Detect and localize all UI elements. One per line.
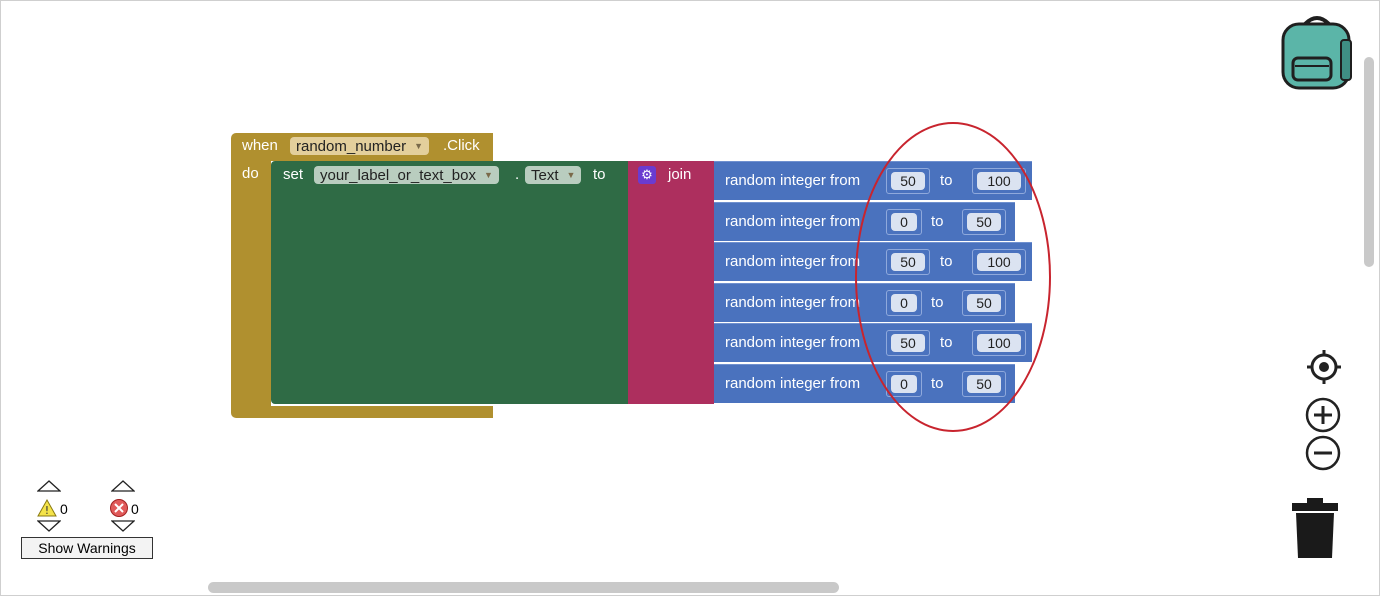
random-integer-block[interactable]: random integer from 0 to 50: [714, 202, 1015, 241]
warning-next-arrow[interactable]: [37, 520, 61, 532]
to-value: 100: [977, 172, 1021, 190]
trash-icon[interactable]: [1290, 498, 1340, 560]
to-label: to: [593, 166, 606, 183]
random-integer-block[interactable]: random integer from 0 to 50: [714, 283, 1015, 322]
event-name: .Click: [443, 137, 480, 154]
to-number-field[interactable]: 50: [962, 371, 1006, 397]
to-number-field[interactable]: 100: [972, 168, 1026, 194]
from-value: 0: [891, 375, 917, 393]
from-number-field[interactable]: 0: [886, 209, 922, 235]
component-dropdown-value: random_number: [296, 138, 407, 155]
from-value: 50: [891, 172, 925, 190]
to-label: to: [931, 294, 944, 311]
dot-separator: .: [515, 166, 520, 183]
random-integer-label: random integer from: [725, 172, 861, 189]
to-label: to: [940, 334, 953, 351]
chevron-down-icon: ▼: [483, 170, 493, 180]
to-number-field[interactable]: 100: [972, 249, 1026, 275]
when-label: when: [242, 137, 278, 154]
to-value: 50: [967, 375, 1001, 393]
random-integer-label: random integer from: [725, 253, 861, 270]
error-count: 0: [131, 501, 139, 517]
error-next-arrow[interactable]: [111, 520, 135, 532]
from-number-field[interactable]: 50: [886, 249, 930, 275]
do-label: do: [242, 165, 259, 182]
property-value: Text: [531, 167, 559, 184]
from-value: 50: [891, 334, 925, 352]
from-value: 0: [891, 294, 917, 312]
random-integer-label: random integer from: [725, 375, 861, 392]
warning-prev-arrow[interactable]: [37, 480, 61, 492]
random-integer-label: random integer from: [725, 213, 861, 230]
chevron-down-icon: ▼: [566, 170, 576, 180]
to-value: 100: [977, 253, 1021, 271]
from-number-field[interactable]: 50: [886, 168, 930, 194]
zoom-in-icon[interactable]: [1305, 397, 1341, 433]
random-integer-block[interactable]: random integer from 50 to 100: [714, 323, 1032, 362]
random-integer-block[interactable]: random integer from 50 to 100: [714, 161, 1032, 200]
from-value: 0: [891, 213, 917, 231]
horizontal-scrollbar[interactable]: [208, 582, 839, 593]
from-number-field[interactable]: 0: [886, 371, 922, 397]
join-label: join: [668, 166, 692, 183]
random-integer-block[interactable]: random integer from 0 to 50: [714, 364, 1015, 403]
to-label: to: [940, 253, 953, 270]
vertical-scrollbar[interactable]: [1364, 57, 1374, 267]
to-label: to: [931, 375, 944, 392]
from-number-field[interactable]: 0: [886, 290, 922, 316]
component-dropdown[interactable]: random_number ▼: [290, 137, 429, 155]
recenter-icon[interactable]: [1306, 349, 1342, 385]
warning-icon: !: [37, 499, 57, 517]
error-icon: [110, 499, 128, 517]
set-text-block[interactable]: [271, 161, 628, 404]
from-value: 50: [891, 253, 925, 271]
chevron-down-icon: ▼: [414, 141, 423, 151]
random-integer-block[interactable]: random integer from 50 to 100: [714, 242, 1032, 281]
show-warnings-button[interactable]: Show Warnings: [21, 537, 153, 559]
to-number-field[interactable]: 50: [962, 290, 1006, 316]
to-value: 50: [967, 213, 1001, 231]
backpack-icon[interactable]: [1279, 14, 1355, 92]
from-number-field[interactable]: 50: [886, 330, 930, 356]
random-integer-label: random integer from: [725, 334, 861, 351]
random-integer-label: random integer from: [725, 294, 861, 311]
warning-count: 0: [60, 501, 68, 517]
zoom-out-icon[interactable]: [1305, 435, 1341, 471]
set-component-dropdown[interactable]: your_label_or_text_box ▼: [314, 166, 499, 184]
to-label: to: [940, 172, 953, 189]
to-number-field[interactable]: 50: [962, 209, 1006, 235]
to-label: to: [931, 213, 944, 230]
error-prev-arrow[interactable]: [111, 480, 135, 492]
set-component-value: your_label_or_text_box: [320, 167, 476, 184]
property-dropdown[interactable]: Text ▼: [525, 166, 582, 184]
to-value: 100: [977, 334, 1021, 352]
gear-icon[interactable]: ⚙: [638, 166, 656, 184]
set-label: set: [283, 166, 304, 183]
svg-text:!: !: [45, 504, 49, 517]
to-number-field[interactable]: 100: [972, 330, 1026, 356]
join-block[interactable]: [628, 161, 714, 404]
to-value: 50: [967, 294, 1001, 312]
